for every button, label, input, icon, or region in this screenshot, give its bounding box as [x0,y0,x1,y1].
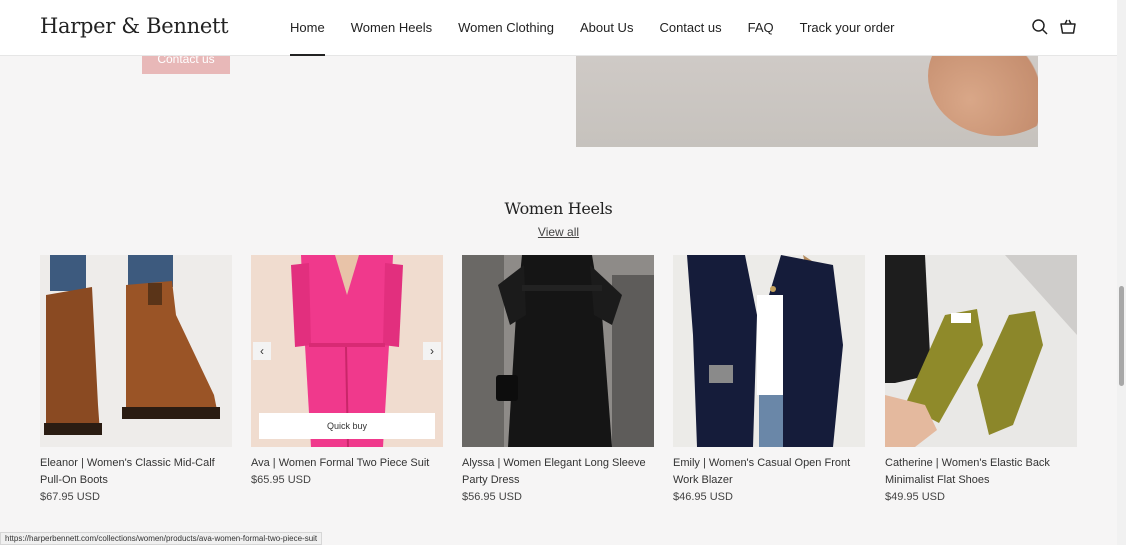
nav-track-order[interactable]: Track your order [800,0,895,56]
product-image[interactable] [673,255,865,447]
product-card[interactable]: Emily | Women's Casual Open Front Work B… [673,255,865,506]
product-price: $46.95 USD [673,491,733,503]
section-title: Women Heels [504,199,613,218]
carousel-prev-button[interactable]: ‹ [253,342,271,360]
nav-women-clothing[interactable]: Women Clothing [458,0,554,56]
product-card[interactable]: ‹ › Quick buy Ava | Women Formal Two Pie… [251,255,443,489]
chevron-right-icon: › [430,344,434,358]
search-icon[interactable] [1031,18,1049,36]
product-image[interactable]: ‹ › Quick buy [251,255,443,447]
carousel-next-button[interactable]: › [423,342,441,360]
nav-faq[interactable]: FAQ [748,0,774,56]
view-all-link[interactable]: View all [538,225,579,239]
product-card[interactable]: Catherine | Women's Elastic Back Minimal… [885,255,1077,506]
site-logo[interactable]: Harper & Bennett [40,14,229,38]
nav-contact-us[interactable]: Contact us [659,0,721,56]
chevron-left-icon: ‹ [260,344,264,358]
product-title[interactable]: Emily | Women's Casual Open Front Work B… [673,455,865,489]
product-price: $56.95 USD [462,491,522,503]
status-bar-url: https://harperbennett.com/collections/wo… [0,532,323,545]
product-title[interactable]: Catherine | Women's Elastic Back Minimal… [885,455,1077,489]
product-image[interactable] [885,255,1077,447]
product-card[interactable]: Eleanor | Women's Classic Mid-Calf Pull-… [40,255,232,506]
nav-women-heels[interactable]: Women Heels [351,0,432,56]
quick-buy-button[interactable]: Quick buy [259,413,435,439]
product-title[interactable]: Ava | Women Formal Two Piece Suit [251,455,443,472]
nav-about-us[interactable]: About Us [580,0,633,56]
product-image[interactable] [40,255,232,447]
product-price: $49.95 USD [885,491,945,503]
page-scrollbar[interactable] [1117,0,1126,545]
nav-home[interactable]: Home [290,0,325,56]
view-all-wrap: View all [0,225,1117,239]
product-title[interactable]: Alyssa | Women Elegant Long Sleeve Party… [462,455,654,489]
product-price: $67.95 USD [40,491,100,503]
product-card[interactable]: Alyssa | Women Elegant Long Sleeve Party… [462,255,654,506]
product-price: $65.95 USD [251,474,311,486]
cart-icon[interactable] [1059,18,1077,36]
scrollbar-thumb[interactable] [1119,286,1124,386]
product-image[interactable] [462,255,654,447]
site-header: Harper & Bennett Home Women Heels Women … [0,0,1117,56]
main-nav: Home Women Heels Women Clothing About Us… [290,0,921,56]
product-title[interactable]: Eleanor | Women's Classic Mid-Calf Pull-… [40,455,232,489]
hero-image [576,56,1038,147]
